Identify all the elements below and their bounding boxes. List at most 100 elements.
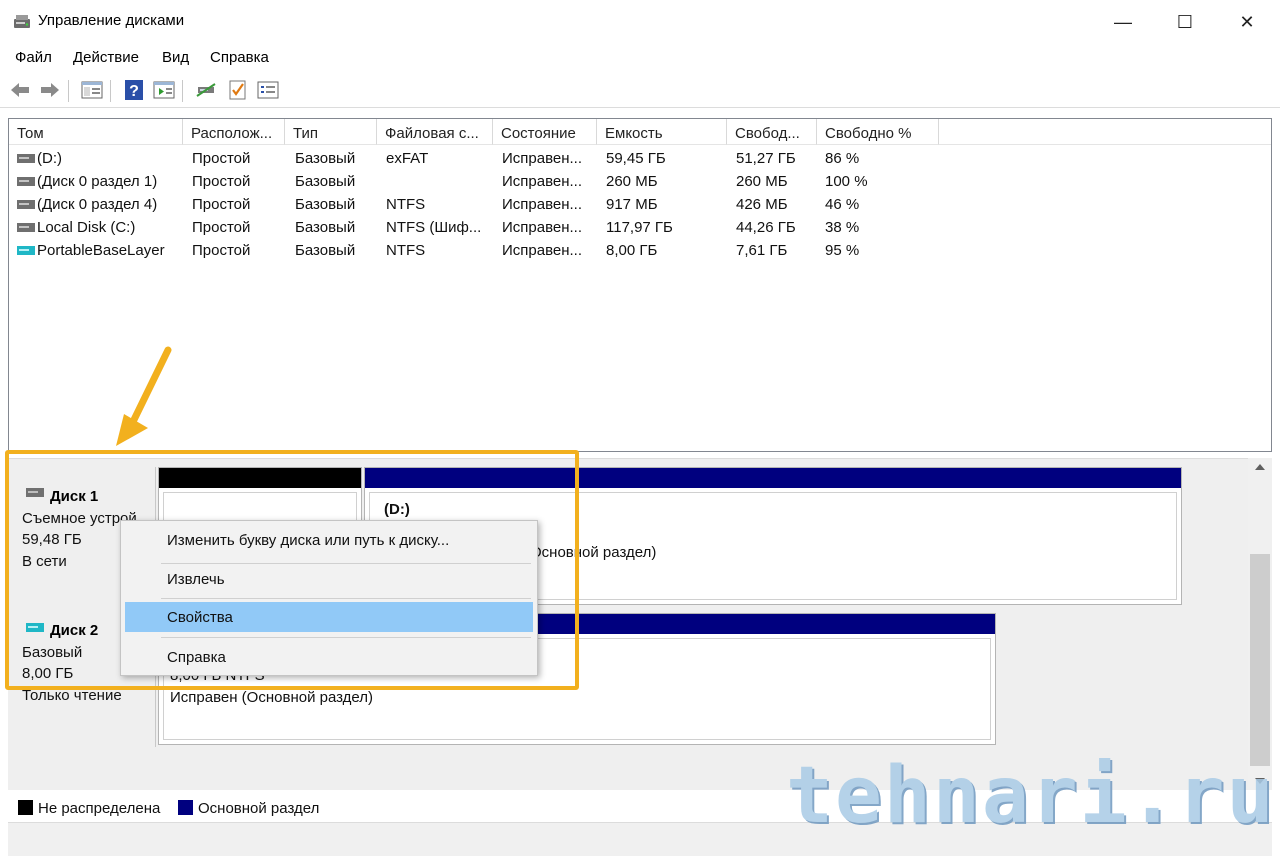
table-row[interactable]: (Диск 0 раздел 1) Простой Базовый Исправен.…: [9, 170, 1271, 193]
window-title: Управление дисками: [38, 12, 185, 29]
context-menu: Изменить букву диска или путь к диску...…: [120, 520, 538, 676]
cell-status: Исправен...: [502, 242, 583, 259]
menu-separator: [161, 637, 531, 638]
cell-free: 426 МБ: [736, 196, 788, 213]
watermark-logo: tehnari.ru: [786, 751, 1276, 841]
cell-capacity: 117,97 ГБ: [606, 219, 673, 236]
cell-capacity: 8,00 ГБ: [606, 242, 658, 259]
drive-cyan-icon: [17, 246, 35, 255]
cell-type: Базовый: [295, 173, 356, 190]
menu-item-change-drive-letter[interactable]: Изменить букву диска или путь к диску...: [125, 525, 533, 555]
cell-name: (Диск 0 раздел 4): [37, 196, 158, 213]
maximize-button[interactable]: ☐: [1154, 0, 1216, 44]
cell-name: (Диск 0 раздел 1): [37, 173, 158, 190]
graph-scrollbar[interactable]: [1248, 458, 1272, 790]
cell-status: Исправен...: [502, 150, 583, 167]
menu-file[interactable]: Файл: [15, 49, 52, 66]
minimize-button[interactable]: —: [1092, 0, 1154, 44]
drive-gray-icon: [17, 200, 35, 209]
column-header-volume[interactable]: Том: [9, 119, 183, 145]
menu-item-help[interactable]: Справка: [125, 642, 533, 672]
title-bar: Управление дисками — ☐ ✕: [0, 0, 1280, 44]
column-header-filesystem[interactable]: Файловая с...: [377, 119, 493, 145]
cell-type: Базовый: [295, 242, 356, 259]
toolbar-separator: [182, 80, 183, 102]
cell-capacity: 59,45 ГБ: [606, 150, 666, 167]
menu-view[interactable]: Вид: [162, 49, 189, 66]
legend-swatch-unallocated: [18, 800, 33, 815]
cell-name: Local Disk (C:): [37, 219, 136, 236]
cell-type: Базовый: [295, 219, 356, 236]
cell-layout: Простой: [192, 173, 251, 190]
menu-separator: [161, 598, 531, 599]
cell-free: 51,27 ГБ: [736, 150, 796, 167]
help-icon[interactable]: ?: [122, 78, 146, 102]
cell-type: Базовый: [295, 150, 356, 167]
cell-type: Базовый: [295, 196, 356, 213]
cell-layout: Простой: [192, 150, 251, 167]
cell-fs: NTFS: [386, 196, 426, 213]
cell-capacity: 260 МБ: [606, 173, 658, 190]
cell-free-pct: 86 %: [825, 150, 860, 167]
cell-layout: Простой: [192, 219, 251, 236]
properties-list-icon[interactable]: [256, 78, 280, 102]
column-header-type[interactable]: Тип: [285, 119, 377, 145]
check-icon[interactable]: [226, 78, 250, 102]
column-header-capacity[interactable]: Емкость: [597, 119, 727, 145]
cell-status: Исправен...: [502, 173, 583, 190]
drive-gray-icon: [17, 223, 35, 232]
cell-status: Исправен...: [502, 219, 583, 236]
cell-capacity: 917 МБ: [606, 196, 658, 213]
cell-free-pct: 95 %: [825, 242, 860, 259]
partition-2-status: Исправен (Основной раздел): [170, 689, 374, 706]
table-row[interactable]: Local Disk (C:) Простой Базовый NTFS (Шиф..…: [9, 216, 1271, 239]
action-pane-icon[interactable]: [152, 78, 176, 102]
scroll-up-arrow-icon[interactable]: [1255, 464, 1265, 470]
menu-item-eject[interactable]: Извлечь: [125, 564, 533, 594]
svg-text:?: ?: [129, 83, 139, 100]
back-arrow-icon[interactable]: [8, 78, 32, 102]
toolbar-separator: [68, 80, 69, 102]
cell-name: PortableBaseLayer: [37, 242, 165, 259]
console-tree-icon[interactable]: [80, 78, 104, 102]
menu-help[interactable]: Справка: [210, 49, 269, 66]
connect-icon[interactable]: [194, 78, 218, 102]
legend-label-unallocated: Не распределена: [38, 800, 161, 817]
cell-free-pct: 46 %: [825, 196, 860, 213]
toolbar: ?: [0, 72, 1280, 108]
cell-fs: exFAT: [386, 150, 429, 167]
legend-label-primary: Основной раздел: [198, 800, 320, 817]
forward-arrow-icon[interactable]: [38, 78, 62, 102]
menu-item-properties[interactable]: Свойства: [125, 602, 533, 632]
cell-layout: Простой: [192, 242, 251, 259]
column-header-layout[interactable]: Располож...: [183, 119, 285, 145]
cell-free-pct: 100 %: [825, 173, 868, 190]
scroll-thumb[interactable]: [1250, 554, 1270, 766]
column-header-status[interactable]: Состояние: [493, 119, 597, 145]
toolbar-separator: [110, 80, 111, 102]
table-row[interactable]: (D:) Простой Базовый exFAT Исправен... 59,45 …: [9, 147, 1271, 170]
disk-management-app-icon: [14, 15, 30, 28]
close-button[interactable]: ✕: [1216, 0, 1278, 44]
cell-fs: NTFS: [386, 242, 426, 259]
cell-free: 260 МБ: [736, 173, 788, 190]
table-row[interactable]: (Диск 0 раздел 4) Простой Базовый NTFS Испра…: [9, 193, 1271, 216]
table-row[interactable]: PortableBaseLayer Простой Базовый NTFS Испра…: [9, 239, 1271, 262]
menu-bar: Файл Действие Вид Справка: [0, 44, 1280, 72]
cell-free-pct: 38 %: [825, 219, 860, 236]
cell-fs: NTFS (Шиф...: [386, 219, 482, 236]
column-header-free-space[interactable]: Свобод...: [727, 119, 817, 145]
volume-list[interactable]: Том Располож... Тип Файловая с... Состоя…: [8, 118, 1272, 452]
cell-name: (D:): [37, 150, 62, 167]
column-header-free-percent[interactable]: Свободно %: [817, 119, 939, 145]
legend-swatch-primary: [178, 800, 193, 815]
drive-gray-icon: [17, 177, 35, 186]
cell-status: Исправен...: [502, 196, 583, 213]
annotation-arrow-icon: [116, 346, 172, 446]
menu-action[interactable]: Действие: [73, 49, 139, 66]
cell-free: 7,61 ГБ: [736, 242, 788, 259]
column-header-filler: [939, 119, 1271, 145]
cell-free: 44,26 ГБ: [736, 219, 796, 236]
cell-layout: Простой: [192, 196, 251, 213]
drive-gray-icon: [17, 154, 35, 163]
